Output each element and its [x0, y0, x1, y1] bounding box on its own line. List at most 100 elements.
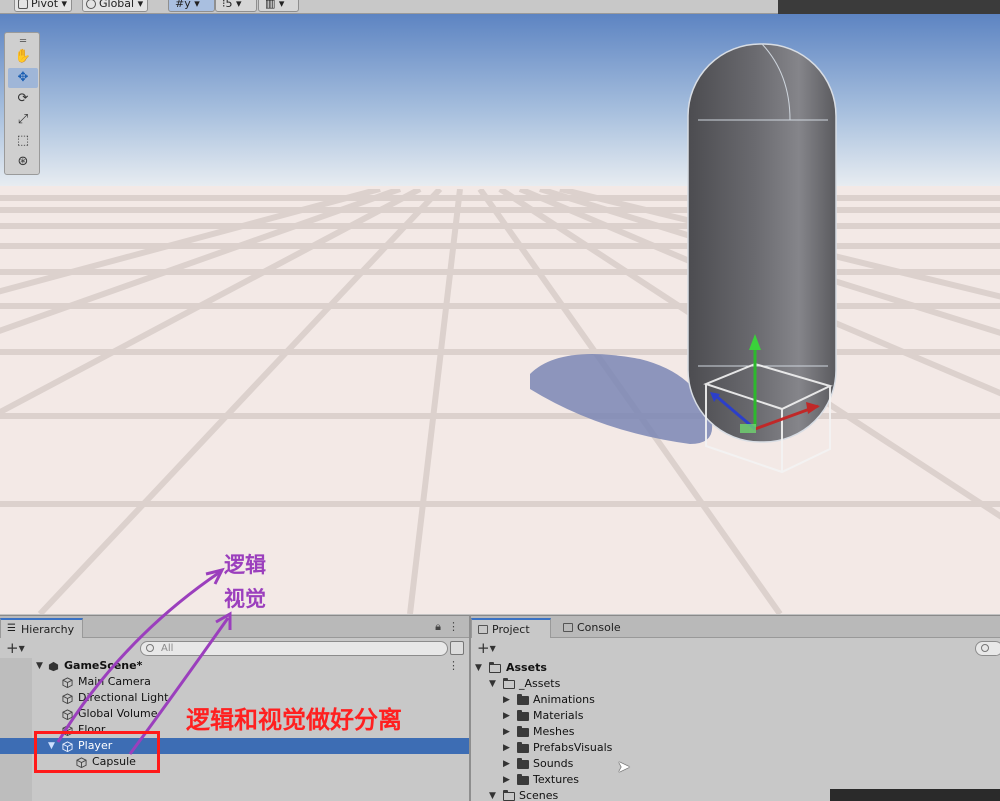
project-search-input[interactable]: [975, 641, 1000, 656]
move-tool-button[interactable]: ✥: [8, 68, 38, 88]
folder-icon: [517, 694, 529, 705]
scene-render: [0, 14, 1000, 614]
mouse-cursor-icon: ➤: [617, 757, 631, 776]
rect-icon: ⬚: [16, 133, 30, 148]
rotate-tool-button[interactable]: ⟳: [8, 89, 38, 109]
scene-icon: [48, 661, 59, 672]
transform-icon: ⊛: [17, 154, 29, 169]
rect-tool-button[interactable]: ⬚: [8, 131, 38, 151]
scene-tools-palette: ═ ✋ ✥ ⟳ ⤢ ⬚ ⊛: [4, 32, 40, 175]
lock-icon[interactable]: 🔒︎: [435, 620, 441, 634]
console-icon: [563, 623, 573, 632]
item-label: Global Volume: [78, 707, 158, 720]
scene-view[interactable]: ═ ✋ ✥ ⟳ ⤢ ⬚ ⊛: [0, 14, 1000, 614]
globe-icon: [86, 0, 96, 9]
folder-icon: [517, 774, 529, 785]
folder-label: Meshes: [533, 725, 575, 738]
folder-icon: [517, 742, 529, 753]
item-label: Main Camera: [78, 675, 151, 688]
scale-tool-button[interactable]: ⤢: [8, 110, 38, 130]
folder-open-icon: [503, 678, 515, 689]
collapse-arrow-icon[interactable]: ▶: [503, 772, 513, 788]
expand-arrow-icon: ▼: [36, 661, 43, 671]
tree-row-folder[interactable]: ▼ _Assets: [471, 676, 1000, 692]
folder-label: PrefabsVisuals: [533, 741, 613, 754]
pivot-icon: [18, 0, 28, 9]
tab-console[interactable]: Console: [557, 618, 629, 638]
tree-row-folder[interactable]: ▶ Animations: [471, 692, 1000, 708]
collapse-arrow-icon[interactable]: ▶: [503, 740, 513, 756]
grip-icon: ═: [19, 36, 27, 47]
expand-arrow-icon[interactable]: ▼: [489, 788, 499, 801]
tab-console-label: Console: [577, 621, 621, 634]
scene-name: GameScene*: [64, 659, 143, 672]
global-label: Global: [99, 0, 135, 10]
scale-icon: ⤢: [17, 112, 29, 127]
tree-row-scene[interactable]: ▼ GameScene* ⋮: [0, 658, 469, 674]
folder-label: Animations: [533, 693, 595, 706]
list-icon: ☰: [7, 623, 16, 634]
folder-open-icon: [489, 662, 501, 673]
search-icon: [981, 644, 989, 652]
hand-tool-button[interactable]: ✋: [8, 47, 38, 67]
hierarchy-tabbar: ☰ Hierarchy 🔒︎ ⋮: [0, 616, 469, 638]
pivot-label: Pivot: [31, 0, 59, 10]
collapse-arrow-icon[interactable]: ▶: [503, 708, 513, 724]
hierarchy-toolbar: +▼ All: [0, 638, 469, 658]
project-tabbar: Project Console: [471, 616, 1000, 638]
expand-arrow-icon[interactable]: ▼: [475, 660, 485, 676]
tree-row-folder[interactable]: ▶ Textures: [471, 772, 1000, 788]
move-icon: ✥: [17, 70, 29, 85]
panel-menu-icon[interactable]: ⋮: [448, 620, 459, 633]
folder-icon: [517, 726, 529, 737]
collapse-arrow-icon[interactable]: ▶: [503, 756, 513, 772]
folder-label: Textures: [533, 773, 579, 786]
folder-icon: [478, 625, 488, 634]
scene-menu-icon[interactable]: ⋮: [448, 658, 459, 674]
search-icon: [146, 644, 154, 652]
folder-label: Assets: [506, 661, 547, 674]
tree-row-folder[interactable]: ▶ Sounds: [471, 756, 1000, 772]
collapse-arrow-icon[interactable]: ▶: [503, 724, 513, 740]
tab-project-label: Project: [492, 623, 530, 636]
tab-project[interactable]: Project: [471, 618, 551, 638]
collapse-arrow-icon[interactable]: ▶: [503, 692, 513, 708]
transform-tool-button[interactable]: ⊛: [8, 152, 38, 172]
annotation-logic: 逻辑: [224, 553, 266, 577]
create-asset-button[interactable]: +▼: [477, 639, 496, 657]
search-placeholder: All: [161, 643, 174, 654]
folder-label: Scenes: [519, 789, 559, 801]
pivot-toggle[interactable]: Pivot ▾: [14, 0, 73, 12]
plus-icon: +: [6, 639, 19, 657]
hierarchy-search-input[interactable]: All: [140, 641, 448, 656]
project-toolbar: +▼: [471, 638, 1000, 658]
tree-row-assets[interactable]: ▼ Assets: [471, 660, 1000, 676]
tree-row-folder[interactable]: ▶ PrefabsVisuals: [471, 740, 1000, 756]
project-panel: Project Console +▼ ▼ Assets ▼ _Assets ▶: [471, 615, 1000, 801]
create-button[interactable]: +▼: [6, 639, 25, 657]
plus-icon: +: [477, 639, 490, 657]
gameobject-icon: [62, 693, 73, 704]
gameobject-icon: [62, 677, 73, 688]
unity-editor: Pivot ▾ Global ▾ #y ▾ ⁝5 ▾ ▥ ▾ ═ ✋ ✥ ⟳ ⤢…: [0, 0, 1000, 801]
tab-hierarchy-label: Hierarchy: [21, 623, 75, 636]
gameobject-icon: [62, 709, 73, 720]
tree-row-item[interactable]: Main Camera: [0, 674, 469, 690]
tree-row-folder[interactable]: ▶ Meshes: [471, 724, 1000, 740]
toolbar-right-area: [778, 0, 1000, 14]
tree-row-folder[interactable]: ▶ Materials: [471, 708, 1000, 724]
rotate-icon: ⟳: [17, 91, 29, 106]
folder-open-icon: [503, 790, 515, 801]
highlight-box: [34, 731, 160, 773]
scene-visibility-button[interactable]: [450, 641, 464, 655]
bottom-right-overlay: [830, 789, 1000, 801]
global-toggle[interactable]: Global ▾: [82, 0, 149, 12]
folder-label: Sounds: [533, 757, 574, 770]
snap-settings-button[interactable]: ▥ ▾: [258, 0, 300, 12]
tab-hierarchy[interactable]: ☰ Hierarchy: [0, 618, 84, 638]
grid-snap-button[interactable]: #y ▾: [168, 0, 215, 12]
snap-increment-button[interactable]: ⁝5 ▾: [215, 0, 257, 12]
expand-arrow-icon[interactable]: ▼: [489, 676, 499, 692]
folder-label: Materials: [533, 709, 584, 722]
folder-label: _Assets: [519, 677, 561, 690]
